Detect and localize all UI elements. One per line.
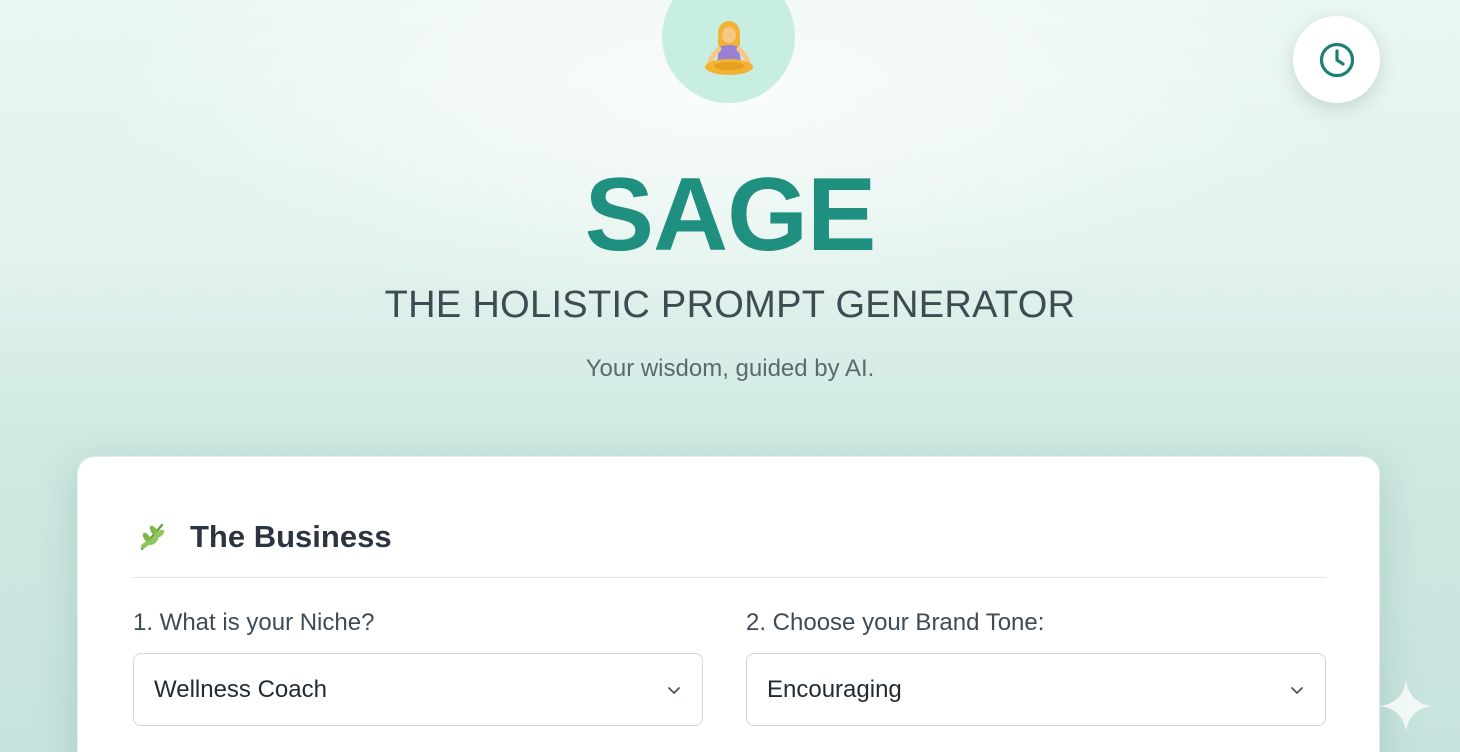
tone-select-value: Encouraging <box>767 675 902 703</box>
section-header: The Business <box>136 519 392 555</box>
app-tagline: Your wisdom, guided by AI. <box>585 355 875 382</box>
chevron-down-icon <box>668 686 680 694</box>
history-button[interactable] <box>1293 16 1380 103</box>
chevron-down-icon <box>1291 686 1303 694</box>
niche-select[interactable]: Wellness Coach <box>133 653 703 726</box>
logo <box>662 0 795 103</box>
section-divider <box>133 577 1326 578</box>
niche-select-value: Wellness Coach <box>154 675 327 703</box>
tone-select[interactable]: Encouraging <box>746 653 1326 726</box>
app-title: SAGE <box>584 157 877 273</box>
herb-icon <box>140 523 165 551</box>
niche-label: 1. What is your Niche? <box>133 609 375 636</box>
section-title: The Business <box>190 519 392 554</box>
person-in-lotus-position-icon <box>704 21 753 75</box>
sparkle-icon <box>1380 680 1432 732</box>
clock-icon <box>1319 42 1354 77</box>
app-subtitle: THE HOLISTIC PROMPT GENERATOR <box>384 284 1076 326</box>
tone-label: 2. Choose your Brand Tone: <box>746 609 1045 636</box>
business-card: The Business 1. What is your Niche? Well… <box>77 456 1380 752</box>
